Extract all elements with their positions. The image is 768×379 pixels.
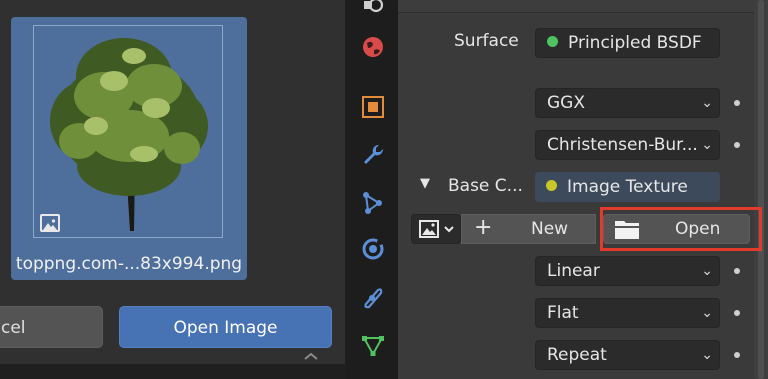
file-browser-dialog: • • (0, 0, 346, 364)
chevron-down-icon: ⌄ (701, 137, 713, 153)
distribution-value: GGX (547, 93, 585, 113)
interpolation-dropdown[interactable]: Linear ⌄ (535, 256, 720, 286)
color-socket-icon (546, 179, 557, 191)
disclosure-triangle-icon[interactable]: ▼ (420, 176, 430, 191)
surface-shader-selector[interactable]: Principled BSDF (535, 28, 720, 58)
surface-label: Surface (454, 31, 519, 51)
base-color-label: Base C... (448, 176, 523, 196)
chevron-down-icon: ⌄ (701, 305, 713, 321)
projection-keyframe-dot[interactable] (732, 308, 742, 318)
shader-socket-icon (547, 35, 558, 47)
object-icon[interactable] (358, 92, 388, 122)
plus-icon: + (474, 215, 493, 240)
extension-keyframe-dot[interactable] (732, 350, 742, 360)
properties-scrollbar[interactable] (754, 0, 768, 379)
chevron-down-icon: ⌄ (701, 263, 713, 279)
new-button-label: New (531, 219, 569, 239)
mesh-data-icon[interactable] (358, 330, 388, 360)
cancel-button[interactable]: cel (0, 306, 103, 348)
folder-icon (615, 221, 639, 239)
physics-icon[interactable] (358, 234, 388, 264)
scrollbar-thumb[interactable] (758, 0, 764, 379)
dialog-top-edge: • • (160, 0, 200, 7)
chevron-down-icon: ⌄ (701, 95, 713, 111)
dialog-bottom-border (0, 364, 346, 379)
new-image-button[interactable]: + New (461, 214, 596, 244)
file-thumbnail-card[interactable]: toppng.com-...83x994.png (11, 17, 247, 280)
open-image-button[interactable]: Open Image (119, 306, 332, 348)
surface-shader-value: Principled BSDF (568, 33, 702, 53)
projection-value: Flat (547, 303, 579, 323)
constraint-icon[interactable] (358, 282, 388, 312)
subsurface-method-value: Christensen-Bur... (547, 135, 698, 155)
image-browse-button[interactable] (411, 214, 461, 244)
interpolation-value: Linear (547, 261, 600, 281)
subsurface-method-dropdown[interactable]: Christensen-Bur... ⌄ (535, 130, 720, 160)
interpolation-keyframe-dot[interactable] (732, 266, 742, 276)
particles-icon[interactable] (358, 188, 388, 218)
world-icon[interactable] (358, 32, 388, 62)
properties-tab-bar (346, 0, 398, 379)
image-thumbnail (33, 25, 223, 238)
image-icon (40, 214, 60, 232)
open-button-label: Open (675, 219, 721, 239)
projection-dropdown[interactable]: Flat ⌄ (535, 298, 720, 328)
open-image-file-button[interactable]: Open (603, 214, 750, 244)
tree-preview (34, 26, 222, 237)
wrench-icon[interactable] (358, 140, 388, 170)
extension-value: Repeat (547, 345, 607, 365)
thumbnail-filename: toppng.com-...83x994.png (15, 254, 243, 274)
extension-dropdown[interactable]: Repeat ⌄ (535, 340, 720, 370)
scene-icon[interactable] (358, 0, 388, 20)
distribution-keyframe-dot[interactable] (732, 98, 742, 108)
surface-panel-header (398, 0, 754, 13)
distribution-dropdown[interactable]: GGX ⌄ (535, 88, 720, 118)
chevron-up-icon[interactable] (300, 350, 322, 364)
subsurface-keyframe-dot[interactable] (732, 140, 742, 150)
material-properties-panel: Surface Principled BSDF GGX ⌄ Christense… (398, 0, 754, 379)
chevron-down-icon: ⌄ (701, 347, 713, 363)
base-color-input[interactable]: Image Texture (535, 172, 720, 202)
base-color-value: Image Texture (567, 177, 688, 197)
